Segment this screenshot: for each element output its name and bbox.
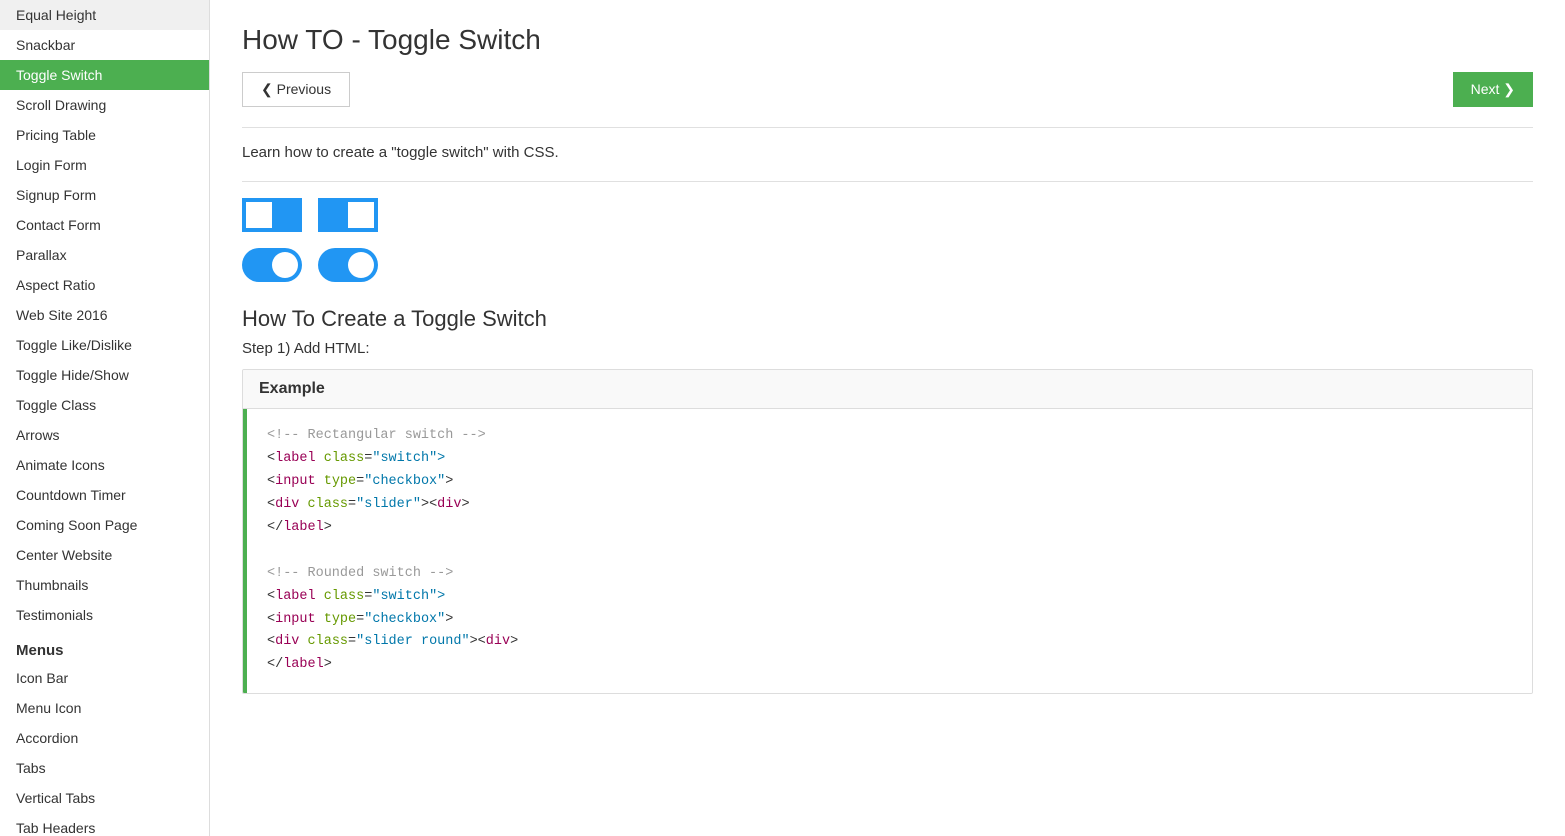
example-header: Example bbox=[243, 370, 1532, 409]
sidebar-item-parallax[interactable]: Parallax bbox=[0, 240, 209, 270]
sidebar: Equal HeightSnackbarToggle SwitchScroll … bbox=[0, 0, 210, 836]
sidebar-item-website-2016[interactable]: Web Site 2016 bbox=[0, 300, 209, 330]
sidebar-item-pricing-table[interactable]: Pricing Table bbox=[0, 120, 209, 150]
toggle-row-rect bbox=[242, 198, 1533, 232]
toggle-row-round bbox=[242, 248, 1533, 282]
example-box: Example <!-- Rectangular switch --><labe… bbox=[242, 369, 1533, 694]
toggle-switch-round-off[interactable] bbox=[242, 248, 302, 282]
sidebar-item-toggle-like-dislike[interactable]: Toggle Like/Dislike bbox=[0, 330, 209, 360]
main-content: How TO - Toggle Switch ❮ Previous Next ❯… bbox=[210, 0, 1565, 836]
sidebar-item-center-website[interactable]: Center Website bbox=[0, 540, 209, 570]
sidebar-item-arrows[interactable]: Arrows bbox=[0, 420, 209, 450]
divider-top bbox=[242, 127, 1533, 128]
sidebar-item-contact-form[interactable]: Contact Form bbox=[0, 210, 209, 240]
sidebar-item-coming-soon-page[interactable]: Coming Soon Page bbox=[0, 510, 209, 540]
sidebar-item-tabs[interactable]: Tabs bbox=[0, 753, 209, 783]
sidebar-item-toggle-class[interactable]: Toggle Class bbox=[0, 390, 209, 420]
sidebar-item-menu-icon[interactable]: Menu Icon bbox=[0, 693, 209, 723]
divider-mid bbox=[242, 181, 1533, 182]
sidebar-item-vertical-tabs[interactable]: Vertical Tabs bbox=[0, 783, 209, 813]
sidebar-item-countdown-timer[interactable]: Countdown Timer bbox=[0, 480, 209, 510]
sidebar-item-login-form[interactable]: Login Form bbox=[0, 150, 209, 180]
sidebar-item-toggle-hide-show[interactable]: Toggle Hide/Show bbox=[0, 360, 209, 390]
prev-button[interactable]: ❮ Previous bbox=[242, 72, 350, 107]
sidebar-item-equal-height[interactable]: Equal Height bbox=[0, 0, 209, 30]
sidebar-item-aspect-ratio[interactable]: Aspect Ratio bbox=[0, 270, 209, 300]
sidebar-section-menus: Menus bbox=[0, 630, 209, 663]
sidebar-item-signup-form[interactable]: Signup Form bbox=[0, 180, 209, 210]
how-to-title: How To Create a Toggle Switch bbox=[242, 306, 1533, 332]
nav-buttons: ❮ Previous Next ❯ bbox=[242, 72, 1533, 107]
page-title: How TO - Toggle Switch bbox=[242, 24, 1533, 56]
step1-label: Step 1) Add HTML: bbox=[242, 340, 1533, 357]
sidebar-item-animate-icons[interactable]: Animate Icons bbox=[0, 450, 209, 480]
next-button[interactable]: Next ❯ bbox=[1453, 72, 1533, 107]
toggle-switch-round-on[interactable] bbox=[318, 248, 378, 282]
sidebar-item-toggle-switch[interactable]: Toggle Switch bbox=[0, 60, 209, 90]
example-code: <!-- Rectangular switch --><label class=… bbox=[243, 409, 1532, 693]
sidebar-item-testimonials[interactable]: Testimonials bbox=[0, 600, 209, 630]
toggle-demo-area bbox=[242, 198, 1533, 282]
sidebar-item-accordion[interactable]: Accordion bbox=[0, 723, 209, 753]
sidebar-item-scroll-drawing[interactable]: Scroll Drawing bbox=[0, 90, 209, 120]
toggle-switch-rect-off[interactable] bbox=[242, 198, 302, 232]
description-text: Learn how to create a "toggle switch" wi… bbox=[242, 144, 1533, 161]
toggle-switch-rect-on[interactable] bbox=[318, 198, 378, 232]
sidebar-item-thumbnails[interactable]: Thumbnails bbox=[0, 570, 209, 600]
sidebar-item-tab-headers[interactable]: Tab Headers bbox=[0, 813, 209, 836]
sidebar-item-snackbar[interactable]: Snackbar bbox=[0, 30, 209, 60]
sidebar-item-icon-bar[interactable]: Icon Bar bbox=[0, 663, 209, 693]
